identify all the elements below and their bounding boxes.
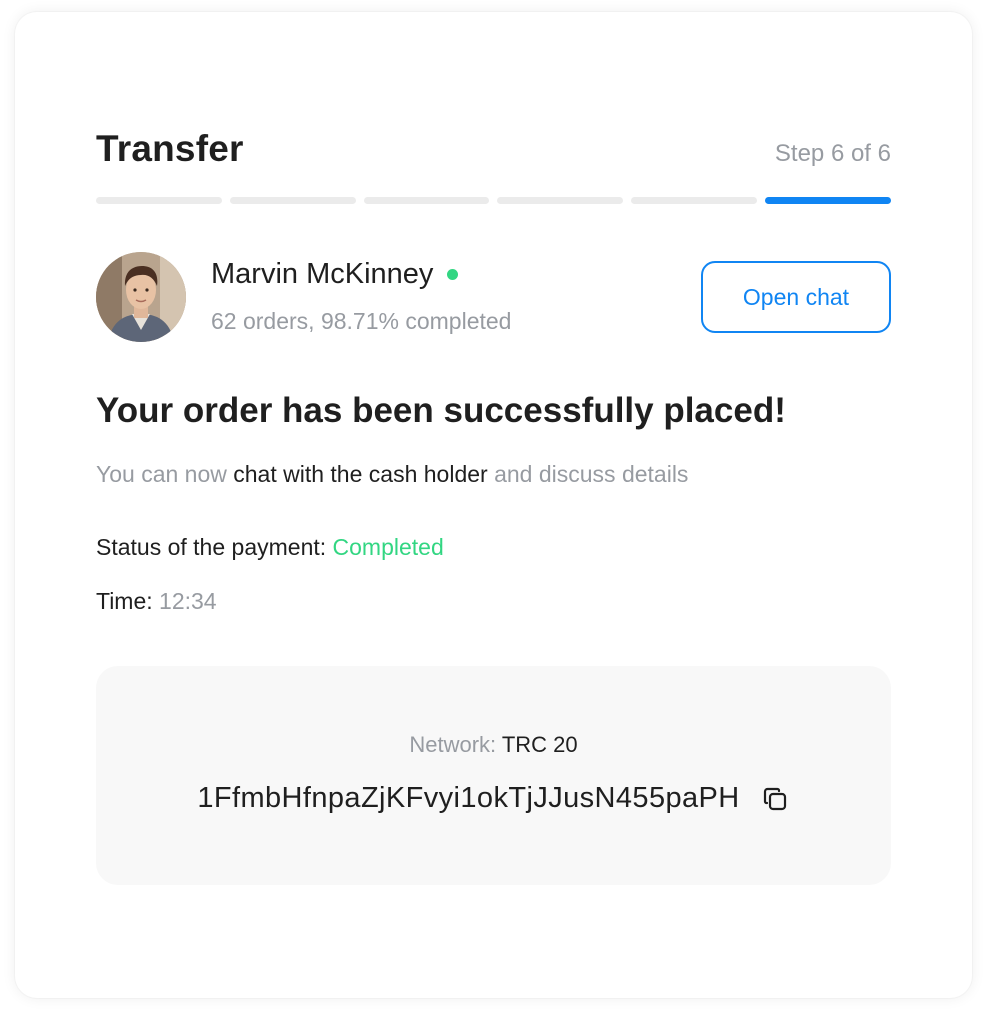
description-prefix: You can now (96, 461, 234, 487)
progress-step-3 (363, 197, 490, 204)
step-indicator: Step 6 of 6 (774, 140, 891, 167)
user-name-text: Marvin McKinney (211, 258, 434, 290)
network-value: TRC 20 (501, 732, 578, 757)
header: Transfer Step 6 of 6 (96, 128, 891, 170)
transfer-card: Transfer Step 6 of 6 Marvin McKinney 62 … (15, 12, 972, 998)
cash-holder-profile: Marvin McKinney 62 orders, 98.71% comple… (96, 252, 891, 342)
avatar (96, 252, 186, 342)
progress-step-1 (96, 197, 222, 204)
success-headline: Your order has been successfully placed! (96, 391, 786, 430)
page-title: Transfer (96, 128, 244, 169)
progress-step-6 (765, 197, 891, 204)
payment-status-label: Status of the payment: (96, 534, 333, 560)
network-info: Network: TRC 20 (96, 732, 891, 758)
payment-status-value: Completed (332, 534, 444, 560)
wallet-address[interactable]: 1FfmbHfnpaZjKFvyi1okTjJJusN455paPH (197, 782, 739, 815)
order-time-label: Time: (96, 588, 160, 614)
progress-step-4 (497, 197, 624, 204)
success-description: You can now chat with the cash holder an… (96, 461, 688, 488)
avatar-photo (96, 252, 186, 342)
description-suffix: and discuss details (487, 461, 689, 487)
order-time-value: 12:34 (159, 588, 217, 614)
copy-icon[interactable] (760, 784, 790, 814)
user-order-stats: 62 orders, 98.71% completed (211, 308, 512, 334)
progress-step-2 (229, 197, 356, 204)
user-name: Marvin McKinney (211, 258, 459, 291)
payment-status: Status of the payment: Completed (96, 534, 444, 561)
wallet-address-row: 1FfmbHfnpaZjKFvyi1okTjJJusN455paPH (96, 782, 891, 815)
description-highlight: chat with the cash holder (233, 461, 488, 487)
progress-step-5 (631, 197, 758, 204)
network-panel: Network: TRC 20 1FfmbHfnpaZjKFvyi1okTjJJ… (96, 666, 891, 885)
step-progress-bar (96, 197, 891, 204)
open-chat-button[interactable]: Open chat (701, 261, 891, 333)
order-time: Time: 12:34 (96, 588, 217, 615)
online-status-dot (447, 269, 459, 280)
network-label: Network: (409, 732, 502, 757)
